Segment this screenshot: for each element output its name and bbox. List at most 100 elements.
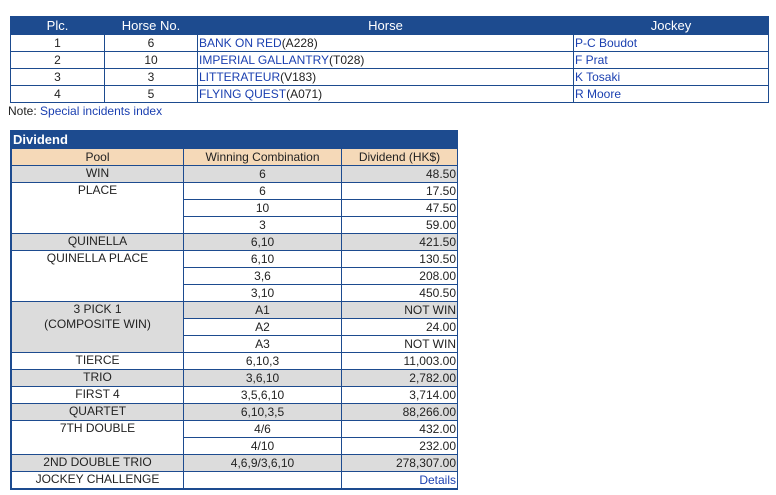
dividend-panel: Dividend Pool Winning Combination Divide… xyxy=(10,130,458,490)
results-table: Plc. Horse No. Horse Jockey 1 6 BANK ON RE… xyxy=(10,16,769,103)
dividend-amount-cell: Details xyxy=(341,471,458,489)
jockey-cell: K Tosaki xyxy=(573,68,769,86)
dividend-amount-cell: 3,714.00 xyxy=(341,386,458,404)
combination-cell: A3 xyxy=(183,335,342,353)
place-cell: 1 xyxy=(10,34,105,52)
combination-cell: 6,10 xyxy=(183,233,342,251)
combination-cell: 6 xyxy=(183,182,342,200)
horse-link[interactable]: IMPERIAL GALLANTRY xyxy=(199,53,329,67)
dividend-row: QUINELLA 6,10 421.50 xyxy=(11,233,458,251)
combination-cell: 4,6,9/3,6,10 xyxy=(183,454,342,472)
dividend-amount-cell: 421.50 xyxy=(341,233,458,251)
pool-name-cell: QUINELLA PLACE xyxy=(11,250,184,302)
dividend-amount-cell: 24.00 xyxy=(341,318,458,336)
jockey-link[interactable]: P-C Boudot xyxy=(575,36,637,50)
pool-name-cell: QUARTET xyxy=(11,403,184,421)
combination-cell: 3 xyxy=(183,216,342,234)
dividend-amount-cell: 278,307.00 xyxy=(341,454,458,472)
pool-name-cell: FIRST 4 xyxy=(11,386,184,404)
jockey-link[interactable]: F Prat xyxy=(575,53,608,67)
combination-cell xyxy=(183,471,342,489)
dividend-row: 3 PICK 1 (COMPOSITE WIN) A1 NOT WIN xyxy=(11,301,458,353)
dividend-amount-cell: 450.50 xyxy=(341,284,458,302)
combination-cell: 6,10 xyxy=(183,250,342,268)
pool-name-cell: WIN xyxy=(11,165,184,183)
horse-no-cell: 6 xyxy=(104,34,198,52)
header-winning-combination: Winning Combination xyxy=(183,148,342,166)
pool-name-cell: 2ND DOUBLE TRIO xyxy=(11,454,184,472)
dividend-row: 7TH DOUBLE 4/6 432.00 xyxy=(11,420,458,455)
horse-cell: FLYING QUEST(A071) xyxy=(197,85,574,103)
dividend-amount-cell: 17.50 xyxy=(341,182,458,200)
dividend-header-row: Pool Winning Combination Dividend (HK$) xyxy=(11,148,458,166)
combination-cell: 6 xyxy=(183,165,342,183)
combination-cell: 3,6 xyxy=(183,267,342,285)
jockey-link[interactable]: K Tosaki xyxy=(575,70,620,84)
dividend-row: JOCKEY CHALLENGE Details xyxy=(11,471,458,489)
dividend-row: PLACE 6 17.50 xyxy=(11,182,458,234)
dividend-row: TIERCE 6,10,3 11,003.00 xyxy=(11,352,458,370)
horse-code: (T028) xyxy=(329,52,365,67)
place-cell: 4 xyxy=(10,85,105,103)
jockey-challenge-details-link[interactable]: Details xyxy=(419,473,456,487)
dividend-amount-cell: 11,003.00 xyxy=(341,352,458,370)
jockey-cell: R Moore xyxy=(573,85,769,103)
table-row: 4 5 FLYING QUEST(A071) R Moore xyxy=(10,85,769,103)
pool-name-cell: 3 PICK 1 (COMPOSITE WIN) xyxy=(11,301,184,353)
combination-cell: A1 xyxy=(183,301,342,319)
table-row: 2 10 IMPERIAL GALLANTRY(T028) F Prat xyxy=(10,51,769,69)
dividend-amount-cell: NOT WIN xyxy=(341,335,458,353)
horse-no-cell: 10 xyxy=(104,51,198,69)
combination-cell: 3,5,6,10 xyxy=(183,386,342,404)
dividend-amount-cell: 48.50 xyxy=(341,165,458,183)
dividend-amount-cell: 47.50 xyxy=(341,199,458,217)
jockey-cell: F Prat xyxy=(573,51,769,69)
horse-link[interactable]: FLYING QUEST xyxy=(199,87,286,101)
dividend-row: WIN 6 48.50 xyxy=(11,165,458,183)
pool-name-cell: QUINELLA xyxy=(11,233,184,251)
dividend-row: FIRST 4 3,5,6,10 3,714.00 xyxy=(11,386,458,404)
horse-link[interactable]: LITTERATEUR xyxy=(199,70,280,84)
dividend-amount-cell: 208.00 xyxy=(341,267,458,285)
pool-name-cell: TIERCE xyxy=(11,352,184,370)
jockey-cell: P-C Boudot xyxy=(573,34,769,52)
dividend-title: Dividend xyxy=(11,131,457,148)
special-incidents-link[interactable]: Special incidents index xyxy=(40,104,162,118)
table-row: 3 3 LITTERATEUR(V183) K Tosaki xyxy=(10,68,769,86)
combination-cell: A2 xyxy=(183,318,342,336)
dividend-row: TRIO 3,6,10 2,782.00 xyxy=(11,369,458,387)
combination-cell: 3,6,10 xyxy=(183,369,342,387)
dividend-amount-cell: 432.00 xyxy=(341,420,458,438)
combination-cell: 4/10 xyxy=(183,437,342,455)
horse-link[interactable]: BANK ON RED xyxy=(199,36,282,50)
combination-cell: 3,10 xyxy=(183,284,342,302)
combination-cell: 10 xyxy=(183,199,342,217)
horse-no-cell: 5 xyxy=(104,85,198,103)
dividend-amount-cell: 59.00 xyxy=(341,216,458,234)
note-line: Note: Special incidents index xyxy=(8,104,162,118)
header-horse-no: Horse No. xyxy=(104,16,198,35)
pool-name-cell: TRIO xyxy=(11,369,184,387)
results-header-row: Plc. Horse No. Horse Jockey xyxy=(10,16,769,35)
header-pool: Pool xyxy=(11,148,184,166)
dividend-row: 2ND DOUBLE TRIO 4,6,9/3,6,10 278,307.00 xyxy=(11,454,458,472)
place-cell: 2 xyxy=(10,51,105,69)
dividend-row: QUARTET 6,10,3,5 88,266.00 xyxy=(11,403,458,421)
pool-name-cell: JOCKEY CHALLENGE xyxy=(11,471,184,489)
horse-code: (A071) xyxy=(286,86,323,101)
horse-cell: BANK ON RED(A228) xyxy=(197,34,574,52)
pool-name-cell: 7TH DOUBLE xyxy=(11,420,184,455)
jockey-link[interactable]: R Moore xyxy=(575,87,621,101)
combination-cell: 6,10,3 xyxy=(183,352,342,370)
combination-cell: 6,10,3,5 xyxy=(183,403,342,421)
horse-no-cell: 3 xyxy=(104,68,198,86)
table-row: 1 6 BANK ON RED(A228) P-C Boudot xyxy=(10,34,769,52)
dividend-amount-cell: 88,266.00 xyxy=(341,403,458,421)
place-cell: 3 xyxy=(10,68,105,86)
pool-name-cell: PLACE xyxy=(11,182,184,234)
horse-cell: IMPERIAL GALLANTRY(T028) xyxy=(197,51,574,69)
dividend-amount-cell: 232.00 xyxy=(341,437,458,455)
horse-code: (V183) xyxy=(280,69,317,84)
header-jockey: Jockey xyxy=(573,16,769,35)
combination-cell: 4/6 xyxy=(183,420,342,438)
